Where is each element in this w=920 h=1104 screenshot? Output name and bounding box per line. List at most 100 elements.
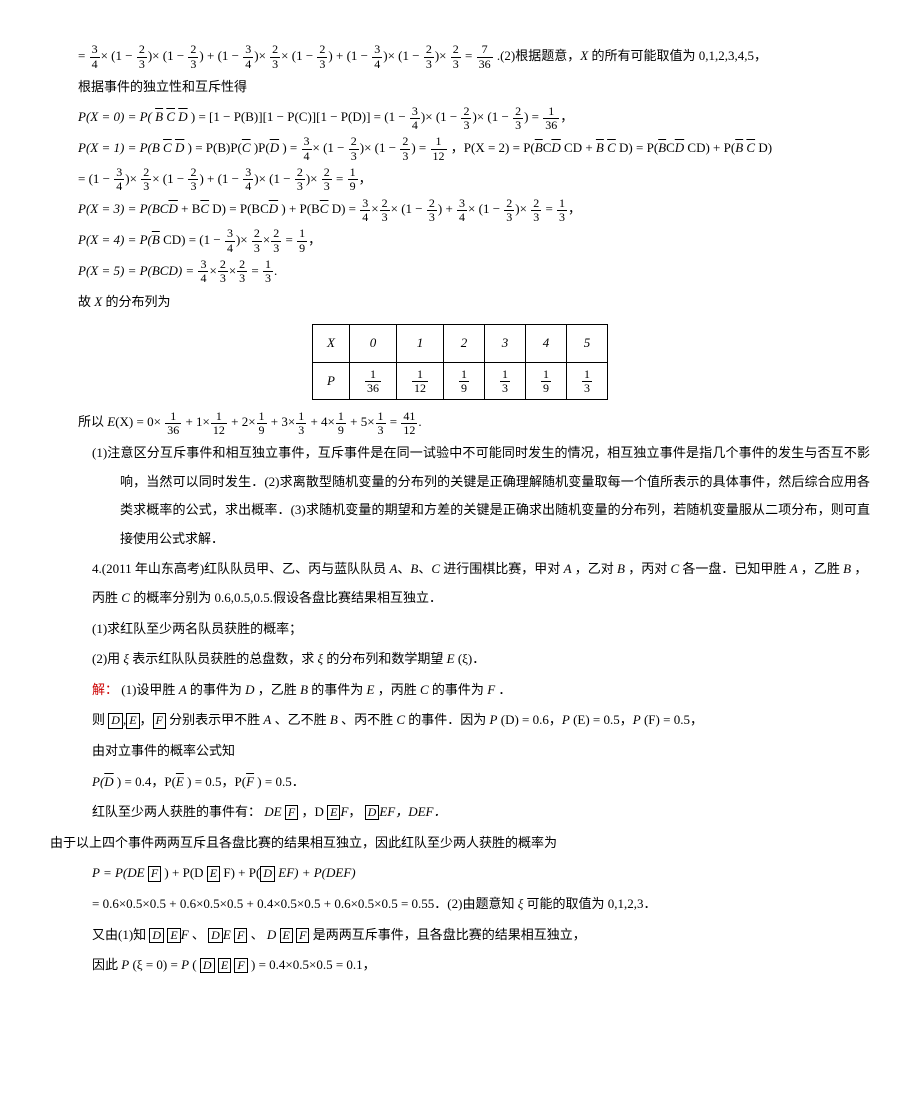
solution-line-2: 则 D,E，F 分别表示甲不胜 A 、乙不胜 B 、丙不胜 C 的事件．因为 P… [50,706,870,735]
c3: 3 [484,325,525,363]
t: (ξ)． [458,651,485,666]
t: 的事件为 [432,682,487,697]
t: P(X = 4) = P( [78,232,152,247]
t: ) = 0.5，P( [187,774,246,789]
t: EF) + P(DEF) [278,865,355,880]
t: = [390,414,401,429]
eq-px0: P(X = 0) = P( B C D ) = [1 − P(B)][1 − P… [50,103,870,132]
t: ，乙对 [575,561,617,576]
t: (ξ = 0) = [132,957,181,972]
t: P(X = 5) = P(BCD) = [78,263,197,278]
dist-header: 故 X 的分布列为 [50,288,870,317]
t: ) = 0.4，P( [117,774,176,789]
t: 的分布列和数学期望 [326,651,446,666]
solution-line-6: 由于以上四个事件两两互斥且各盘比赛的结果相互独立，因此红队至少两人获胜的概率为 [50,829,870,858]
t: 表示红队队员获胜的总盘数，求 [132,651,317,666]
t: P = P(DE [92,865,148,880]
t: )P( [254,140,270,155]
t: (F) = 0.5， [644,712,703,727]
t: ) + P(D [164,865,206,880]
t: 分别表示甲不胜 [169,712,263,727]
line-2: 根据事件的独立性和互斥性得 [50,73,870,102]
t: CD + [564,140,596,155]
t: D) = P( [619,140,658,155]
t: 、丙不胜 [341,712,396,727]
c2: 2 [443,325,484,363]
t: (2)用 [92,651,123,666]
t: ) = [1 − P(B)][1 − P(C)][1 − P(D)] = [191,109,384,124]
th-p: P [313,362,350,400]
t: ( [192,957,196,972]
t: 是两两互斥事件，且各盘比赛的结果相互独立， [313,927,586,942]
t: 进行围棋比赛，甲对 [443,561,563,576]
t: 又由(1)知 [92,927,146,942]
solution-line-3: 由对立事件的概率公式知 [50,737,870,766]
t: + 1× [185,414,209,429]
t: F) + P( [223,865,260,880]
c0: 0 [349,325,396,363]
t: 的事件．因为 [408,712,489,727]
t: 的事件为 [311,682,366,697]
eq-px4: P(X = 4) = P(B CD) = (1 − 34)× 23×23 = 1… [50,226,870,255]
t: ) + P(B [281,201,319,216]
t: 、乙不胜 [275,712,330,727]
t: P(X = 3) = P(BC [78,201,168,216]
t: + 2× [231,414,255,429]
t: 可能的取值为 0,1,2,3． [527,896,657,911]
solution-line-10: 因此 P (ξ = 0) = P ( D E F ) = 0.4×0.5×0.5… [50,951,870,980]
t: (D) = 0.6， [501,712,562,727]
q4-part2: (2)用 ξ 表示红队队员获胜的总盘数，求 ξ 的分布列和数学期望 E (ξ)． [50,645,870,674]
t: = 0.6×0.5×0.5 + 0.6×0.5×0.5 + 0.4×0.5×0.… [92,896,518,911]
t: 因此 [92,957,121,972]
txt: = [78,48,89,63]
t: 的事件为 [190,682,245,697]
t: 、 [251,927,264,942]
t: ) = [282,140,300,155]
t: CD) = [163,232,199,247]
t: ． [498,682,511,697]
t: (E) = 0.5， [573,712,633,727]
t: ) = P(B)P( [188,140,242,155]
t: 所以 [78,414,107,429]
t: + 3× [271,414,295,429]
t: CD) + P( [687,140,735,155]
solution-line-1: 解： (1)设甲胜 A 的事件为 D ，乙胜 B 的事件为 E ，丙胜 C 的事… [50,676,870,705]
t: ，丙胜 [378,682,420,697]
c1: 1 [396,325,443,363]
c5: 5 [566,325,607,363]
t: + 4× [310,414,334,429]
t: + 5× [350,414,374,429]
eq-px1: P(X = 1) = P(B C D ) = P(B)P(C )P(D ) = … [50,134,870,163]
t: 故 [78,294,94,309]
expectation: 所以 E(X) = 0× 136 + 1×112 + 2×19 + 3×13 +… [50,408,870,437]
txt: 的所有可能取值为 0,1,2,3,4,5， [588,48,767,63]
t: ，乙胜 [801,561,843,576]
distribution-table: X 0 1 2 3 4 5 P 136 112 19 13 19 13 [312,324,608,400]
t: P(X = 0) = P( [78,109,152,124]
t: = [78,171,89,186]
solution-line-4: P(D ) = 0.4，P(E ) = 0.5，P(F ) = 0.5． [50,768,870,797]
t: D) = P(BC [212,201,268,216]
t: 的分布列为 [102,294,170,309]
solution-line-5: 红队至少两人获胜的事件有： DE F ，D EF， DEF，DEF． [50,798,870,827]
eq-px5: P(X = 5) = P(BCD) = 34×23×23 = 13. [50,257,870,286]
t: ，D [301,804,327,819]
t: 的概率分别为 0.6,0.5,0.5.假设各盘比赛结果相互独立． [133,590,442,605]
t: P( [92,774,104,789]
t: EF，DEF． [379,804,446,819]
c4: 4 [525,325,566,363]
t: ，P(X = 2) = P( [451,140,535,155]
solution-line-7: P = P(DE F ) + P(D E F) + P(D EF) + P(DE… [50,859,870,888]
t: 4.(2011 年山东高考)红队队员甲、乙、丙与蓝队队员 [92,561,389,576]
t: ，乙胜 [258,682,300,697]
commentary-para: (1)注意区分互斥事件和相互独立事件，互斥事件是在同一试验中不可能同时发生的情况… [50,439,870,553]
t: 、 [192,927,205,942]
t: D) = [332,201,360,216]
solution-label: 解： [92,682,118,697]
t: D) [758,140,772,155]
q4-stem: 4.(2011 年山东高考)红队队员甲、乙、丙与蓝队队员 A、B、C 进行围棋比… [50,555,870,612]
q4-part1: (1)求红队至少两名队员获胜的概率； [50,615,870,644]
solution-line-8: = 0.6×0.5×0.5 + 0.6×0.5×0.5 + 0.4×0.5×0.… [50,890,870,919]
solution-line-9: 又由(1)知 D EF 、 DE F 、 D E F 是两两互斥事件，且各盘比赛… [50,921,870,950]
eq-line-1: = 34× (1 − 23)× (1 − 23) + (1 − 34)× 23×… [50,42,870,71]
